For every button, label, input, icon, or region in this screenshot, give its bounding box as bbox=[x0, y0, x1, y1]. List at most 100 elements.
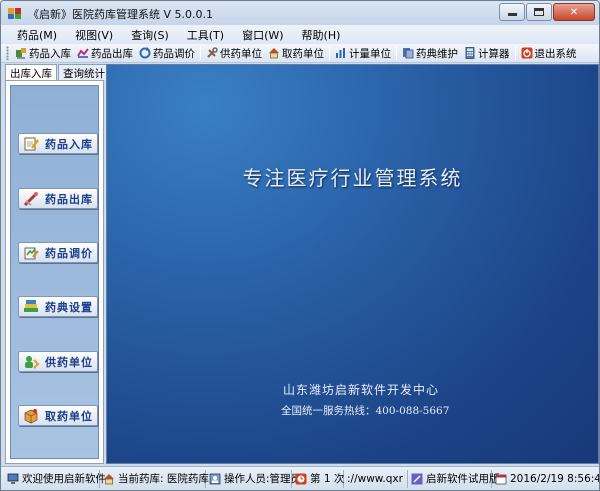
menu-query[interactable]: 查询(S) bbox=[123, 27, 179, 43]
notepad-icon bbox=[23, 136, 39, 152]
home-icon bbox=[103, 473, 115, 485]
nav-drug-price-button[interactable]: 药品调价 bbox=[18, 242, 98, 263]
status-count: 第 1 次 bbox=[292, 469, 345, 488]
status-operator-text: 操作人员:管理员 bbox=[224, 473, 302, 485]
toolbar-receiver-button[interactable]: 取药单位 bbox=[265, 46, 327, 61]
drug-in-icon bbox=[15, 47, 27, 59]
maximize-icon bbox=[527, 4, 551, 20]
toolbar-supplier-button[interactable]: 供药单位 bbox=[203, 46, 265, 61]
tools-icon bbox=[206, 47, 218, 59]
toolbar-separator bbox=[396, 46, 397, 60]
minimize-button[interactable] bbox=[499, 3, 525, 21]
pen-icon bbox=[411, 473, 423, 485]
toolbar-exit-label: 退出系统 bbox=[534, 47, 577, 60]
book-icon bbox=[402, 47, 414, 59]
tab-body: 药品入库 药品出库 药品调价 药典设置 供药单位 取药单位 bbox=[5, 80, 104, 464]
app-window: 《启新》医院药库管理系统 V 5.0.0.1 ✕ 药品(M) 视图(V) 查询(… bbox=[0, 0, 600, 491]
menu-drug[interactable]: 药品(M) bbox=[9, 27, 67, 43]
books-icon bbox=[23, 299, 39, 315]
toolbar-drug-out-button[interactable]: 药品出库 bbox=[74, 46, 136, 61]
status-datetime-text: 2016/2/19 8:56:46 bbox=[510, 472, 599, 485]
status-count-text: 第 1 次 bbox=[310, 473, 345, 485]
nav-drug-in-label: 药品入库 bbox=[45, 137, 93, 151]
menu-help[interactable]: 帮助(H) bbox=[294, 27, 351, 43]
slogan-text: 专注医疗行业管理系统 bbox=[242, 166, 463, 190]
status-current-store: 当前药库: 医院药库 bbox=[100, 469, 209, 488]
toolbar-grip[interactable] bbox=[6, 46, 9, 60]
nav-supplier-button[interactable]: 供药单位 bbox=[18, 351, 98, 372]
toolbar-drug-price-button[interactable]: 药品调价 bbox=[136, 46, 198, 61]
toolbar-pharmacopoeia-button[interactable]: 药典维护 bbox=[399, 46, 461, 61]
toolbar-drug-price-label: 药品调价 bbox=[153, 47, 195, 60]
drug-out-icon bbox=[77, 47, 89, 59]
toolbar-unit-label: 计量单位 bbox=[349, 47, 391, 60]
title-bar: 《启新》医院药库管理系统 V 5.0.0.1 ✕ bbox=[1, 1, 599, 25]
toolbar-drug-out-label: 药品出库 bbox=[91, 47, 133, 60]
menu-window[interactable]: 窗口(W) bbox=[234, 27, 293, 43]
maximize-button[interactable] bbox=[526, 3, 552, 21]
calculator-icon bbox=[464, 47, 476, 59]
home-icon bbox=[268, 47, 280, 59]
nav-receiver-label: 取药单位 bbox=[45, 409, 93, 423]
toolbar-calculator-button[interactable]: 计算器 bbox=[461, 46, 513, 61]
toolbar-unit-button[interactable]: 计量单位 bbox=[332, 46, 394, 61]
menu-view[interactable]: 视图(V) bbox=[67, 27, 123, 43]
status-current-store-text: 当前药库: 医院药库 bbox=[118, 473, 209, 485]
status-edition-text: 启新软件试用版 bbox=[426, 473, 500, 485]
nav-supplier-label: 供药单位 bbox=[45, 355, 93, 369]
power-icon bbox=[521, 47, 533, 59]
nav-drug-out-label: 药品出库 bbox=[45, 192, 93, 206]
pencil-icon bbox=[23, 191, 39, 207]
nav-pharmacopoeia-label: 药典设置 bbox=[45, 300, 93, 314]
package-icon bbox=[23, 408, 39, 424]
nav-receiver-button[interactable]: 取药单位 bbox=[18, 405, 98, 426]
toolbar-calculator-label: 计算器 bbox=[478, 47, 510, 60]
left-panel: 出库入库 查询统计 药品入库 药品出库 药品调价 药典设置 供药单位 取药单位 bbox=[5, 64, 110, 464]
nav-drug-out-button[interactable]: 药品出库 bbox=[18, 188, 98, 209]
toolbar-pharmacopoeia-label: 药典维护 bbox=[416, 47, 458, 60]
status-url[interactable]: ://www.qxr bbox=[344, 469, 408, 488]
hotline-text: 全国统一服务热线：400-088-5667 bbox=[281, 405, 450, 417]
toolbar-exit-button[interactable]: 退出系统 bbox=[518, 46, 580, 61]
menu-bar: 药品(M) 视图(V) 查询(S) 工具(T) 窗口(W) 帮助(H) bbox=[1, 25, 599, 44]
toolbar-receiver-label: 取药单位 bbox=[282, 47, 324, 60]
app-icon bbox=[7, 6, 23, 20]
main-welcome-panel: 专注医疗行业管理系统 山东潍坊启新软件开发中心 全国统一服务热线：400-088… bbox=[106, 64, 599, 464]
nav-drug-price-label: 药品调价 bbox=[45, 246, 93, 260]
status-url-text: ://www.qxr bbox=[347, 472, 403, 485]
tab-in-out[interactable]: 出库入库 bbox=[5, 64, 57, 81]
menu-tools[interactable]: 工具(T) bbox=[179, 27, 234, 43]
tab-query-stats[interactable]: 查询统计 bbox=[58, 64, 110, 80]
status-bar: 欢迎使用启新软件 当前药库: 医院药库 操作人员:管理员 第 1 次 ://ww… bbox=[1, 466, 599, 490]
toolbar: 药品入库 药品出库 药品调价 供药单位 取药单位 计量单位 药典维护 计算器 退… bbox=[1, 44, 599, 63]
window-title: 《启新》医院药库管理系统 V 5.0.0.1 bbox=[28, 8, 214, 21]
status-datetime: 2016/2/19 8:56:46 bbox=[492, 470, 599, 488]
status-operator: 操作人员:管理员 bbox=[206, 469, 301, 488]
refresh-icon bbox=[139, 47, 151, 59]
toolbar-drug-in-button[interactable]: 药品入库 bbox=[12, 46, 74, 61]
calendar-icon bbox=[495, 473, 507, 485]
status-welcome-text: 欢迎使用启新软件 bbox=[22, 473, 106, 485]
toolbar-separator bbox=[514, 46, 516, 60]
bar-chart-icon bbox=[335, 47, 347, 59]
user-icon bbox=[209, 473, 221, 485]
toolbar-separator bbox=[200, 46, 201, 60]
status-welcome: 欢迎使用启新软件 bbox=[4, 469, 106, 488]
toolbar-separator bbox=[329, 46, 330, 60]
edit-doc-icon bbox=[23, 245, 39, 261]
nav-pharmacopoeia-button[interactable]: 药典设置 bbox=[18, 296, 98, 317]
close-button[interactable]: ✕ bbox=[553, 3, 595, 21]
computer-icon bbox=[7, 473, 19, 485]
toolbar-drug-in-label: 药品入库 bbox=[29, 47, 71, 60]
left-tabs: 出库入库 查询统计 bbox=[5, 64, 110, 81]
status-edition: 启新软件试用版 bbox=[408, 469, 500, 488]
minimize-icon bbox=[500, 4, 524, 20]
toolbar-supplier-label: 供药单位 bbox=[220, 47, 262, 60]
close-icon: ✕ bbox=[569, 6, 579, 18]
company-name: 山东潍坊启新软件开发中心 bbox=[283, 383, 440, 397]
nav-drug-in-button[interactable]: 药品入库 bbox=[18, 133, 98, 154]
supplier-icon bbox=[23, 354, 40, 370]
window-controls: ✕ bbox=[498, 3, 595, 21]
nav-area: 药品入库 药品出库 药品调价 药典设置 供药单位 取药单位 bbox=[10, 85, 99, 459]
clock-icon bbox=[295, 473, 307, 485]
